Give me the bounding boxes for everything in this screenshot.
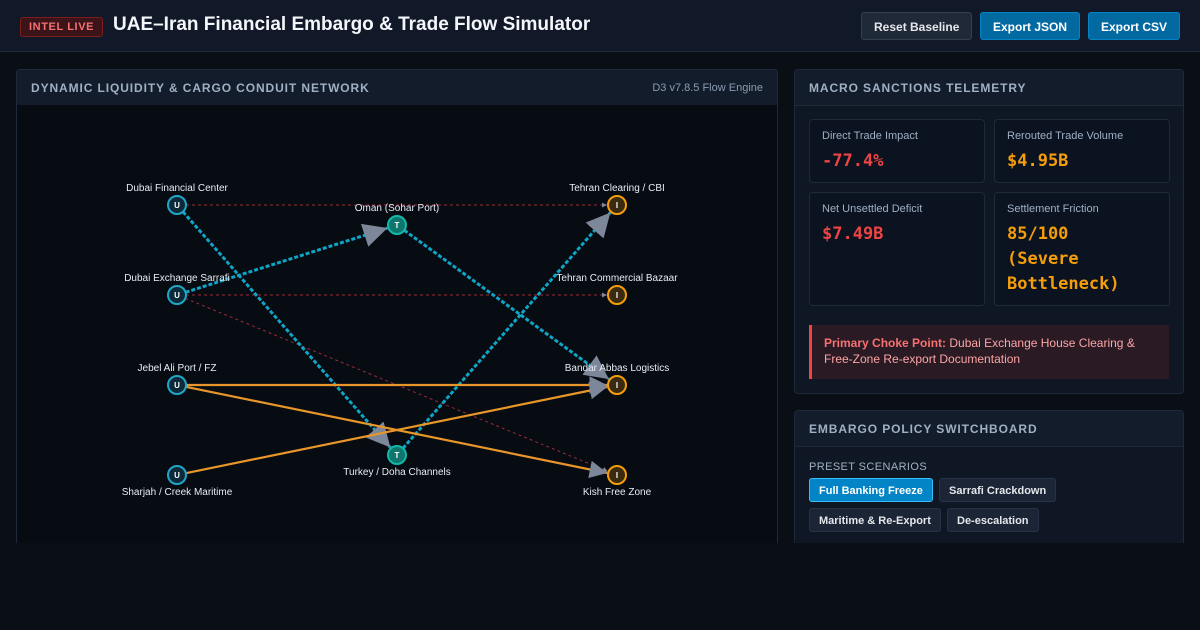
card-value: 85/100 (Severe Bottleneck) <box>1007 224 1120 294</box>
node-jap[interactable]: U Jebel Ali Port / FZ <box>138 363 217 395</box>
node-label: Tehran Commercial Bazaar <box>556 273 678 284</box>
switchboard-panel-title: EMBARGO POLICY SWITCHBOARD <box>809 422 1038 436</box>
card-value: $7.49B <box>822 224 884 244</box>
page-footer-area <box>0 543 1200 630</box>
choke-point-label: Primary Choke Point: <box>824 336 947 350</box>
node-scm[interactable]: U Sharjah / Creek Maritime <box>122 465 233 498</box>
export-json-button[interactable]: Export JSON <box>980 12 1080 40</box>
node-label: Bandar Abbas Logistics <box>565 363 670 374</box>
node-dfc[interactable]: U Dubai Financial Center <box>126 183 229 215</box>
node-label: Dubai Exchange Sarrafi <box>124 273 230 284</box>
telemetry-panel-title: MACRO SANCTIONS TELEMETRY <box>809 81 1027 95</box>
node-type-letter: U <box>174 201 180 210</box>
direct-trade-impact-card: Direct Trade Impact -77.4% <box>809 119 985 183</box>
reset-baseline-button[interactable]: Reset Baseline <box>861 12 972 40</box>
link-dfc-tdc[interactable] <box>181 210 392 449</box>
top-bar: INTEL LIVE UAE–Iran Financial Embargo & … <box>0 0 1200 52</box>
node-type-letter: T <box>395 221 400 230</box>
link-osp-bal[interactable] <box>403 229 610 381</box>
node-osp[interactable]: T Oman (Sohar Port) <box>355 203 439 235</box>
node-type-letter: I <box>616 291 618 300</box>
preset-sarrafi-crackdown[interactable]: Sarrafi Crackdown <box>939 478 1057 502</box>
node-tcb[interactable]: I Tehran Commercial Bazaar <box>556 273 678 305</box>
engine-version-tag: D3 v7.8.5 Flow Engine <box>652 82 763 94</box>
live-badge: INTEL LIVE <box>20 17 104 37</box>
card-value: -77.4% <box>822 151 884 171</box>
preset-maritime-re-export[interactable]: Maritime & Re-Export <box>809 508 941 532</box>
network-panel-title: DYNAMIC LIQUIDITY & CARGO CONDUIT NETWOR… <box>31 81 370 95</box>
node-label: Sharjah / Creek Maritime <box>122 487 233 498</box>
node-des[interactable]: U Dubai Exchange Sarrafi <box>124 273 230 305</box>
node-label: Oman (Sohar Port) <box>355 203 439 214</box>
card-label: Direct Trade Impact <box>822 130 918 142</box>
node-type-letter: U <box>174 471 180 480</box>
node-bal[interactable]: I Bandar Abbas Logistics <box>565 363 670 395</box>
network-panel-header: DYNAMIC LIQUIDITY & CARGO CONDUIT NETWOR… <box>17 70 777 106</box>
card-label: Rerouted Trade Volume <box>1007 130 1124 142</box>
settlement-friction-card: Settlement Friction 85/100 (Severe Bottl… <box>994 192 1170 306</box>
telemetry-panel-header: MACRO SANCTIONS TELEMETRY <box>795 70 1183 106</box>
network-graph[interactable]: U Dubai Financial Center U Dubai Exchange S… <box>17 105 777 570</box>
preset-de-escalation[interactable]: De-escalation <box>947 508 1039 532</box>
net-unsettled-deficit-card: Net Unsettled Deficit $7.49B <box>809 192 985 306</box>
node-label: Jebel Ali Port / FZ <box>138 363 217 374</box>
node-type-letter: I <box>616 201 618 210</box>
telemetry-panel: MACRO SANCTIONS TELEMETRY Direct Trade I… <box>794 69 1184 394</box>
app-title: UAE–Iran Financial Embargo & Trade Flow … <box>113 14 591 35</box>
node-tcc[interactable]: I Tehran Clearing / CBI <box>569 183 665 215</box>
network-graph-svg[interactable]: U Dubai Financial Center U Dubai Exchange S… <box>17 105 777 570</box>
export-csv-button[interactable]: Export CSV <box>1088 12 1180 40</box>
node-label: Tehran Clearing / CBI <box>569 183 665 194</box>
preset-scenarios-label: PRESET SCENARIOS <box>809 461 928 473</box>
node-label: Kish Free Zone <box>583 487 652 498</box>
node-type-letter: T <box>395 451 400 460</box>
node-label: Dubai Financial Center <box>126 183 228 194</box>
node-type-letter: I <box>616 471 618 480</box>
node-type-letter: U <box>174 381 180 390</box>
switchboard-panel-header: EMBARGO POLICY SWITCHBOARD <box>795 411 1183 447</box>
network-panel: DYNAMIC LIQUIDITY & CARGO CONDUIT NETWOR… <box>16 69 778 570</box>
node-label: Turkey / Doha Channels <box>343 467 450 478</box>
choke-point-alert: Primary Choke Point: Dubai Exchange Hous… <box>809 325 1169 379</box>
rerouted-trade-volume-card: Rerouted Trade Volume $4.95B <box>994 119 1170 183</box>
card-value: $4.95B <box>1007 151 1069 171</box>
link-tdc-tcc[interactable] <box>401 211 612 450</box>
card-label: Net Unsettled Deficit <box>822 203 923 215</box>
node-type-letter: U <box>174 291 180 300</box>
node-tdc[interactable]: T Turkey / Doha Channels <box>343 445 451 478</box>
node-type-letter: I <box>616 381 618 390</box>
preset-full-banking-freeze[interactable]: Full Banking Freeze <box>809 478 933 502</box>
card-label: Settlement Friction <box>1007 203 1099 215</box>
